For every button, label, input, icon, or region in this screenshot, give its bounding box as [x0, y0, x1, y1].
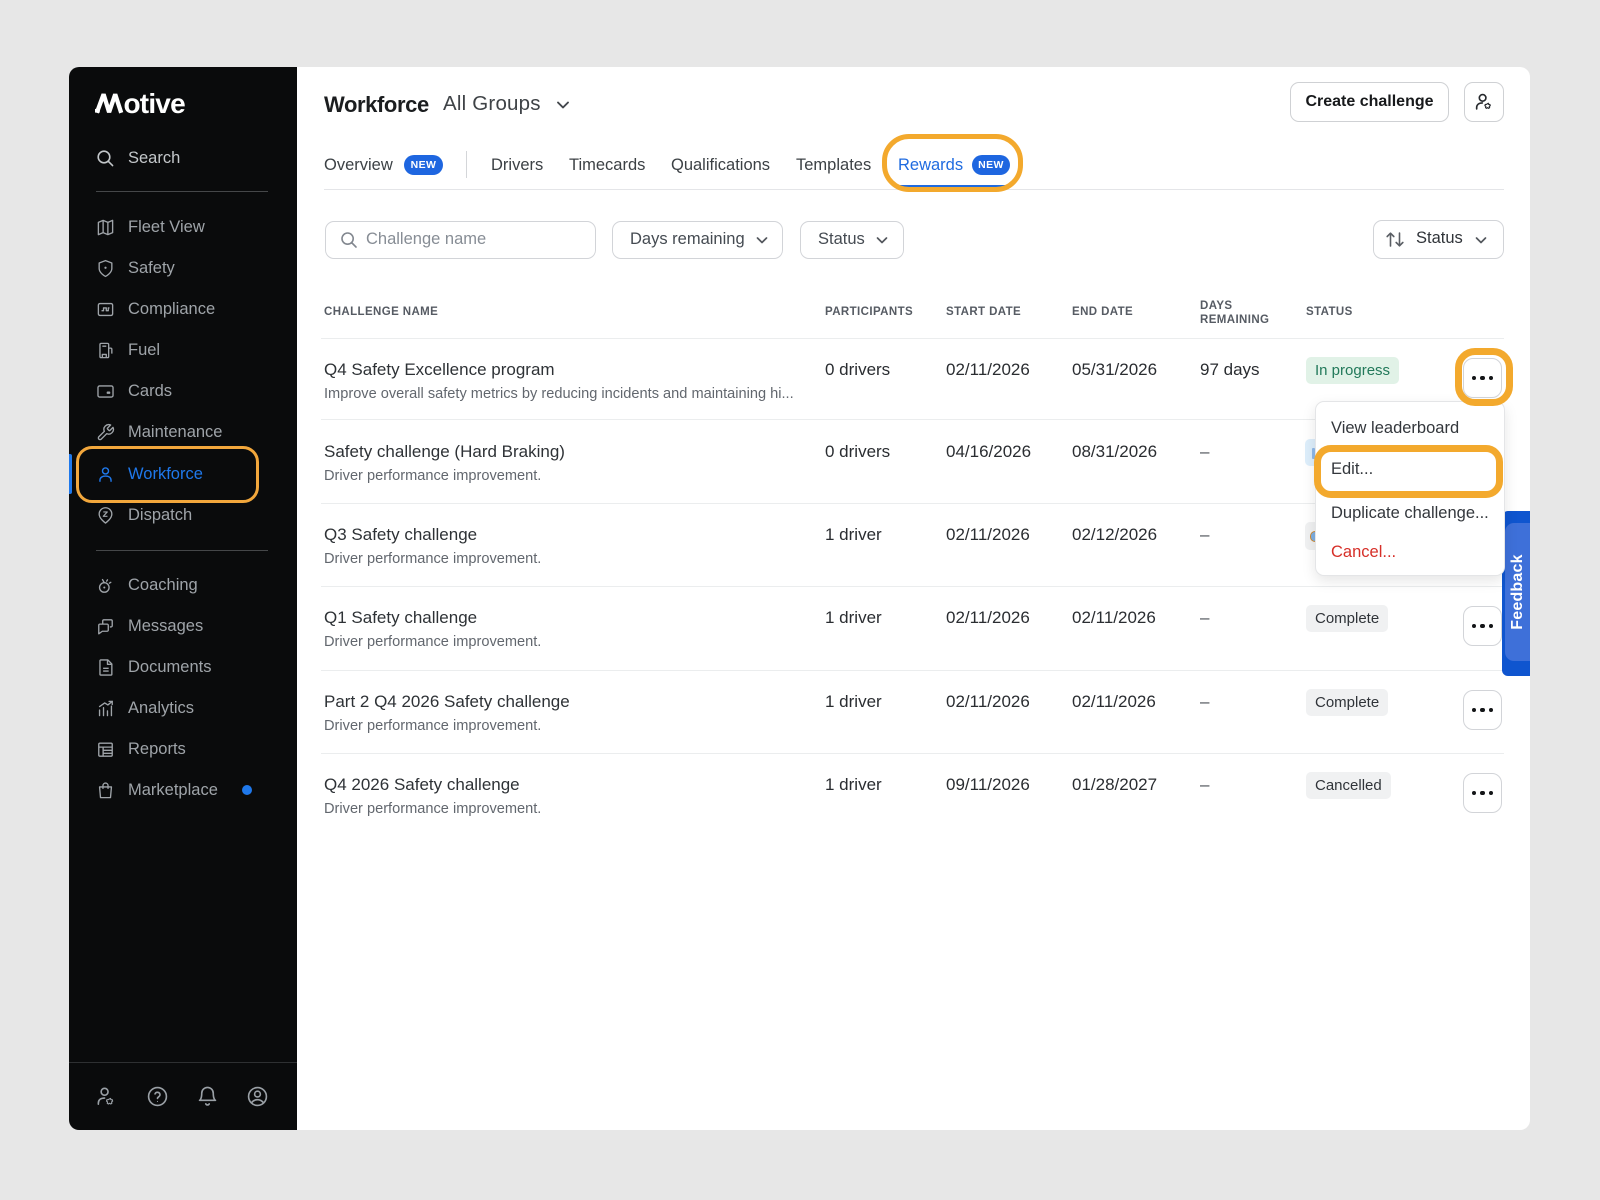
svg-text:otive: otive	[124, 88, 186, 118]
